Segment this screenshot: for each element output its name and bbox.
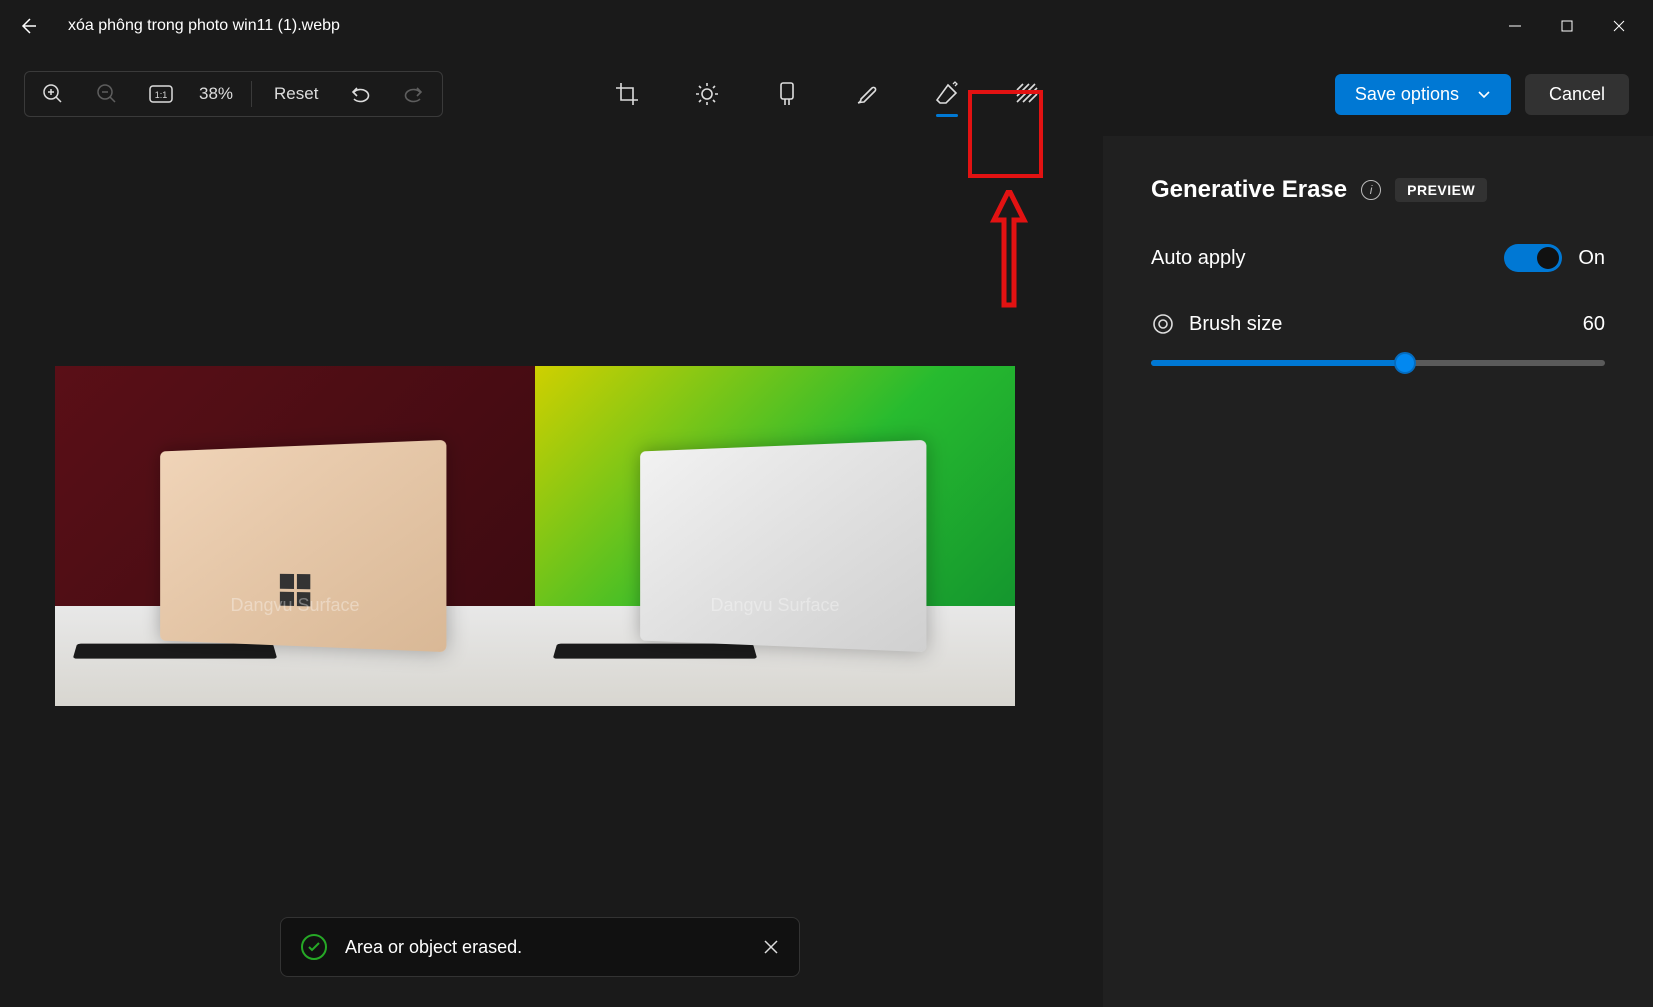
canvas-area[interactable]: Dangvu Surface Dangvu Surface bbox=[0, 136, 1103, 1007]
close-icon bbox=[1613, 20, 1625, 32]
preview-badge: PREVIEW bbox=[1395, 178, 1487, 202]
minimize-icon bbox=[1509, 20, 1521, 32]
panel-title: Generative Erase bbox=[1151, 176, 1347, 204]
redo-icon bbox=[403, 83, 425, 105]
auto-apply-label: Auto apply bbox=[1151, 247, 1246, 270]
erase-icon bbox=[934, 81, 960, 107]
redo-button[interactable] bbox=[394, 74, 434, 114]
crop-icon bbox=[614, 81, 640, 107]
adjust-icon bbox=[694, 81, 720, 107]
reset-button[interactable]: Reset bbox=[266, 84, 326, 104]
generative-erase-panel: Generative Erase i PREVIEW Auto apply On… bbox=[1103, 136, 1653, 1007]
undo-button[interactable] bbox=[340, 74, 380, 114]
edit-tools bbox=[602, 69, 1052, 119]
target-icon bbox=[1151, 312, 1175, 336]
zoom-in-button[interactable] bbox=[33, 74, 73, 114]
auto-apply-toggle[interactable] bbox=[1504, 244, 1562, 272]
info-icon[interactable]: i bbox=[1361, 180, 1381, 200]
success-icon bbox=[301, 934, 327, 960]
action-buttons: Save options Cancel bbox=[1335, 74, 1629, 115]
svg-text:1:1: 1:1 bbox=[155, 90, 168, 100]
file-name: xóa phông trong photo win11 (1).webp bbox=[68, 17, 340, 35]
erase-tool[interactable] bbox=[922, 69, 972, 119]
close-icon bbox=[763, 939, 779, 955]
save-options-label: Save options bbox=[1355, 84, 1459, 105]
filter-icon bbox=[775, 81, 799, 107]
chevron-down-icon bbox=[1477, 87, 1491, 101]
zoom-out-button[interactable] bbox=[87, 74, 127, 114]
toast-close-button[interactable] bbox=[763, 939, 779, 955]
watermark-right: Dangvu Surface bbox=[710, 595, 839, 616]
watermark-left: Dangvu Surface bbox=[230, 595, 359, 616]
adjust-tool[interactable] bbox=[682, 69, 732, 119]
background-icon bbox=[1014, 81, 1040, 107]
markup-icon bbox=[854, 81, 880, 107]
image-preview: Dangvu Surface Dangvu Surface bbox=[55, 366, 1015, 706]
fit-icon: 1:1 bbox=[149, 85, 173, 103]
zoom-out-icon bbox=[96, 83, 118, 105]
maximize-button[interactable] bbox=[1541, 6, 1593, 46]
toast-notification: Area or object erased. bbox=[280, 917, 800, 977]
zoom-controls: 1:1 38% Reset bbox=[24, 71, 443, 117]
undo-icon bbox=[349, 83, 371, 105]
cancel-button[interactable]: Cancel bbox=[1525, 74, 1629, 115]
fit-button[interactable]: 1:1 bbox=[141, 74, 181, 114]
auto-apply-state: On bbox=[1578, 247, 1605, 270]
maximize-icon bbox=[1561, 20, 1573, 32]
save-options-button[interactable]: Save options bbox=[1335, 74, 1511, 115]
slider-thumb[interactable] bbox=[1394, 352, 1416, 374]
arrow-left-icon bbox=[18, 16, 38, 36]
brush-size-slider[interactable] bbox=[1151, 360, 1605, 366]
markup-tool[interactable] bbox=[842, 69, 892, 119]
background-tool[interactable] bbox=[1002, 69, 1052, 119]
zoom-percent[interactable]: 38% bbox=[195, 84, 237, 104]
title-bar: xóa phông trong photo win11 (1).webp bbox=[0, 0, 1653, 52]
back-button[interactable] bbox=[8, 6, 48, 46]
filter-tool[interactable] bbox=[762, 69, 812, 119]
crop-tool[interactable] bbox=[602, 69, 652, 119]
toast-message: Area or object erased. bbox=[345, 937, 522, 958]
brush-size-value: 60 bbox=[1583, 313, 1605, 336]
editor-toolbar: 1:1 38% Reset Save options Cancel bbox=[0, 52, 1653, 136]
close-button[interactable] bbox=[1593, 6, 1645, 46]
window-controls bbox=[1489, 6, 1645, 46]
zoom-in-icon bbox=[42, 83, 64, 105]
brush-size-label: Brush size bbox=[1189, 313, 1282, 336]
minimize-button[interactable] bbox=[1489, 6, 1541, 46]
